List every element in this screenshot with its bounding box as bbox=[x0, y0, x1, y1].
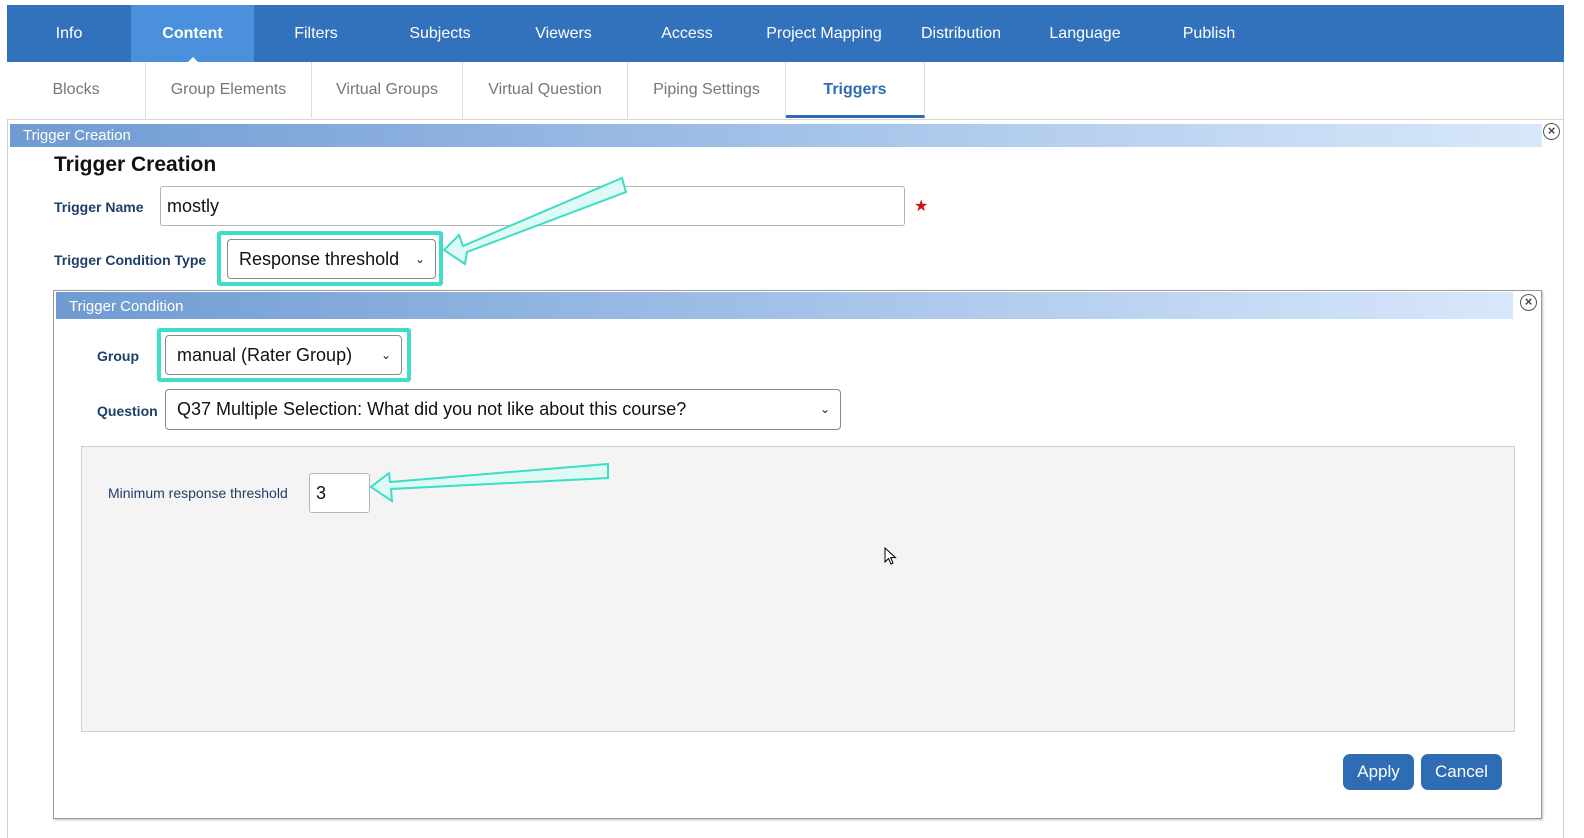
min-threshold-input[interactable]: 3 bbox=[309, 473, 370, 513]
chevron-down-icon: ⌄ bbox=[414, 252, 425, 266]
condition-type-label: Trigger Condition Type bbox=[54, 252, 207, 268]
top-nav: Info Content Filters Subjects Viewers Ac… bbox=[7, 5, 1564, 62]
question-value: Q37 Multiple Selection: What did you not… bbox=[177, 399, 687, 419]
chevron-down-icon: ⌄ bbox=[380, 348, 391, 362]
close-circle-icon[interactable]: × bbox=[1520, 294, 1537, 311]
subtab-triggers[interactable]: Triggers bbox=[786, 62, 925, 118]
apply-button[interactable]: Apply bbox=[1343, 754, 1414, 790]
subtab-piping-settings[interactable]: Piping Settings bbox=[628, 62, 786, 118]
tab-publish[interactable]: Publish bbox=[1147, 5, 1271, 62]
condition-type-select[interactable]: Response threshold ⌄ bbox=[227, 239, 436, 279]
sub-nav: Blocks Group Elements Virtual Groups Vir… bbox=[7, 62, 1564, 120]
tab-viewers[interactable]: Viewers bbox=[502, 5, 625, 62]
trigger-creation-bar: Trigger Creation bbox=[10, 124, 1542, 147]
subtab-group-elements[interactable]: Group Elements bbox=[146, 62, 312, 118]
trigger-condition-bar: Trigger Condition bbox=[56, 292, 1513, 319]
group-select[interactable]: manual (Rater Group) ⌄ bbox=[165, 335, 402, 375]
tab-distribution[interactable]: Distribution bbox=[899, 5, 1023, 62]
tab-access[interactable]: Access bbox=[625, 5, 749, 62]
min-threshold-label: Minimum response threshold bbox=[108, 485, 288, 501]
group-label: Group bbox=[97, 348, 139, 364]
chevron-down-icon: ⌄ bbox=[819, 402, 830, 416]
trigger-name-value: mostly bbox=[167, 196, 220, 216]
close-circle-icon[interactable]: × bbox=[1543, 123, 1560, 140]
tab-project-mapping[interactable]: Project Mapping bbox=[749, 5, 899, 62]
group-value: manual (Rater Group) bbox=[177, 345, 353, 365]
tab-info[interactable]: Info bbox=[7, 5, 131, 62]
question-label: Question bbox=[97, 403, 158, 419]
tab-content[interactable]: Content bbox=[131, 5, 254, 62]
page-left-border bbox=[7, 119, 8, 838]
condition-type-value: Response threshold bbox=[239, 249, 400, 269]
subtab-blocks[interactable]: Blocks bbox=[7, 62, 146, 118]
subtab-virtual-groups[interactable]: Virtual Groups bbox=[312, 62, 463, 118]
page-right-border bbox=[1563, 62, 1564, 838]
required-star-icon: ★ bbox=[914, 198, 929, 215]
mouse-pointer-icon bbox=[884, 547, 897, 565]
subtab-virtual-question[interactable]: Virtual Question bbox=[463, 62, 628, 118]
page-title: Trigger Creation bbox=[54, 153, 217, 176]
trigger-name-input[interactable]: mostly bbox=[160, 186, 905, 226]
tab-subjects[interactable]: Subjects bbox=[378, 5, 502, 62]
question-select[interactable]: Q37 Multiple Selection: What did you not… bbox=[165, 389, 841, 430]
threshold-settings-box bbox=[81, 446, 1515, 732]
tab-filters[interactable]: Filters bbox=[254, 5, 378, 62]
min-threshold-value: 3 bbox=[316, 483, 327, 503]
tab-language[interactable]: Language bbox=[1023, 5, 1147, 62]
cancel-button[interactable]: Cancel bbox=[1421, 754, 1502, 790]
trigger-name-label: Trigger Name bbox=[54, 199, 144, 215]
